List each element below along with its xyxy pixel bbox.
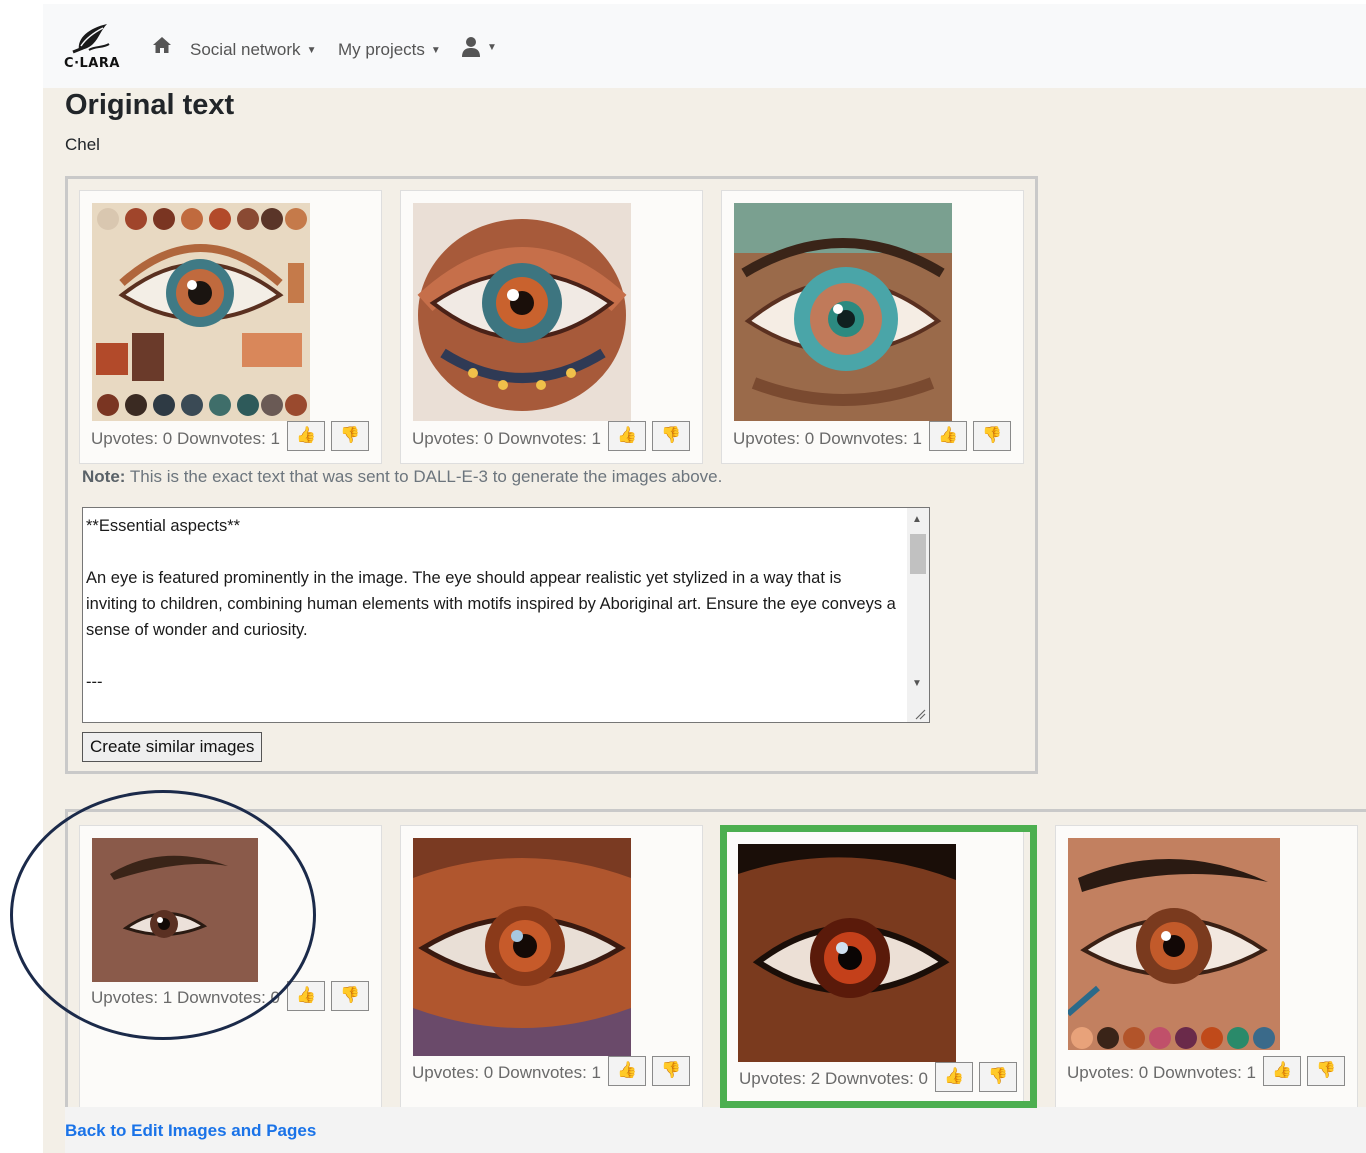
upvote-button[interactable]: 👍 [1263, 1056, 1301, 1086]
generated-eye-image[interactable] [92, 838, 258, 982]
scroll-thumb[interactable] [910, 534, 926, 574]
downvote-button[interactable]: 👎 [652, 1056, 690, 1086]
scroll-down-icon[interactable]: ▼ [912, 678, 922, 689]
upvote-button[interactable]: 👍 [608, 421, 646, 451]
note-body: This is the exact text that was sent to … [125, 467, 723, 486]
chevron-down-icon: ▼ [487, 41, 497, 53]
image-group-similar: Upvotes: 1 Downvotes: 0 👍 👎 Upvotes: 0 D… [65, 809, 1366, 1115]
note-text: Note: This is the exact text that was se… [82, 467, 722, 487]
prompt-textarea[interactable]: **Essential aspects** An eye is featured… [82, 507, 930, 723]
generated-eye-image[interactable] [1068, 838, 1280, 1050]
upvote-button[interactable]: 👍 [608, 1056, 646, 1086]
upvote-button[interactable]: 👍 [929, 421, 967, 451]
thumbs-down-icon: 👎 [1316, 1062, 1336, 1079]
prompt-scrollbar[interactable]: ▲ ▼ [907, 508, 929, 722]
vote-counts: Upvotes: 0 Downvotes: 1 [91, 429, 280, 448]
back-to-edit-images-link[interactable]: Back to Edit Images and Pages [65, 1121, 316, 1141]
navbar: C·LARA Social network ▼ My projects ▼ ▼ [43, 4, 1366, 88]
nav-user-menu[interactable]: ▼ [461, 36, 497, 58]
clara-logo[interactable]: C·LARA [59, 20, 125, 74]
create-similar-images-button[interactable]: Create similar images [82, 732, 263, 762]
thumbs-up-icon: 👍 [617, 427, 637, 444]
downvote-button[interactable]: 👎 [331, 421, 369, 451]
chevron-down-icon: ▼ [430, 44, 441, 56]
upvote-button[interactable]: 👍 [287, 421, 325, 451]
thumbs-down-icon: 👎 [661, 427, 681, 444]
thumbs-up-icon: 👍 [938, 427, 958, 444]
generated-eye-image[interactable] [413, 203, 631, 421]
vote-counts: Upvotes: 0 Downvotes: 1 [412, 1063, 601, 1082]
image-card: Upvotes: 1 Downvotes: 0 👍 👎 [79, 825, 382, 1115]
thumbs-up-icon: 👍 [296, 427, 316, 444]
downvote-button[interactable]: 👎 [331, 981, 369, 1011]
scroll-up-icon[interactable]: ▲ [912, 514, 922, 525]
note-label: Note: [82, 467, 126, 486]
upvote-button[interactable]: 👍 [287, 981, 325, 1011]
page-subtitle: Chel [65, 135, 100, 154]
generated-eye-image[interactable] [92, 203, 310, 421]
vote-counts: Upvotes: 1 Downvotes: 0 [91, 988, 280, 1007]
downvote-button[interactable]: 👎 [652, 421, 690, 451]
nav-my-projects-label: My projects [338, 40, 425, 59]
thumbs-up-icon: 👍 [617, 1062, 637, 1079]
thumbs-up-icon: 👍 [296, 987, 316, 1004]
downvote-button[interactable]: 👎 [1307, 1056, 1345, 1086]
image-card: Upvotes: 0 Downvotes: 1 👍 👎 [721, 190, 1024, 464]
main-content: Original text Chel Upvotes: 0 Downvotes:… [43, 88, 1366, 1153]
chevron-down-icon: ▼ [306, 44, 317, 56]
image-card: Upvotes: 0 Downvotes: 1 👍 👎 [400, 825, 703, 1115]
home-icon[interactable] [151, 34, 173, 56]
thumbs-down-icon: 👎 [982, 427, 1002, 444]
nav-my-projects[interactable]: My projects ▼ [338, 40, 441, 60]
image-card: Upvotes: 0 Downvotes: 1 👍 👎 [1055, 825, 1358, 1115]
logo-text: C·LARA [64, 56, 120, 71]
page-title: Original text [65, 89, 235, 121]
vote-counts: Upvotes: 0 Downvotes: 1 [412, 429, 601, 448]
vote-counts: Upvotes: 0 Downvotes: 1 [1067, 1063, 1256, 1082]
prompt-text: **Essential aspects** An eye is featured… [86, 517, 896, 691]
image-group-original: Upvotes: 0 Downvotes: 1 👍 👎 Upvotes: 0 D… [65, 176, 1038, 774]
nav-social-network-label: Social network [190, 40, 301, 59]
thumbs-up-icon: 👍 [1272, 1062, 1292, 1079]
quill-logo-icon [72, 24, 110, 54]
vote-counts: Upvotes: 0 Downvotes: 1 [733, 429, 922, 448]
selected-image-highlight [720, 825, 1037, 1108]
image-card: Upvotes: 0 Downvotes: 1 👍 👎 [400, 190, 703, 464]
resize-handle-icon[interactable] [914, 708, 926, 720]
thumbs-down-icon: 👎 [661, 1062, 681, 1079]
thumbs-down-icon: 👎 [340, 987, 360, 1004]
generated-eye-image[interactable] [734, 203, 952, 421]
generated-eye-image[interactable] [413, 838, 631, 1056]
downvote-button[interactable]: 👎 [973, 421, 1011, 451]
thumbs-down-icon: 👎 [340, 427, 360, 444]
user-icon [462, 37, 480, 57]
image-card: Upvotes: 0 Downvotes: 1 👍 👎 [79, 190, 382, 464]
nav-social-network[interactable]: Social network ▼ [190, 40, 316, 60]
